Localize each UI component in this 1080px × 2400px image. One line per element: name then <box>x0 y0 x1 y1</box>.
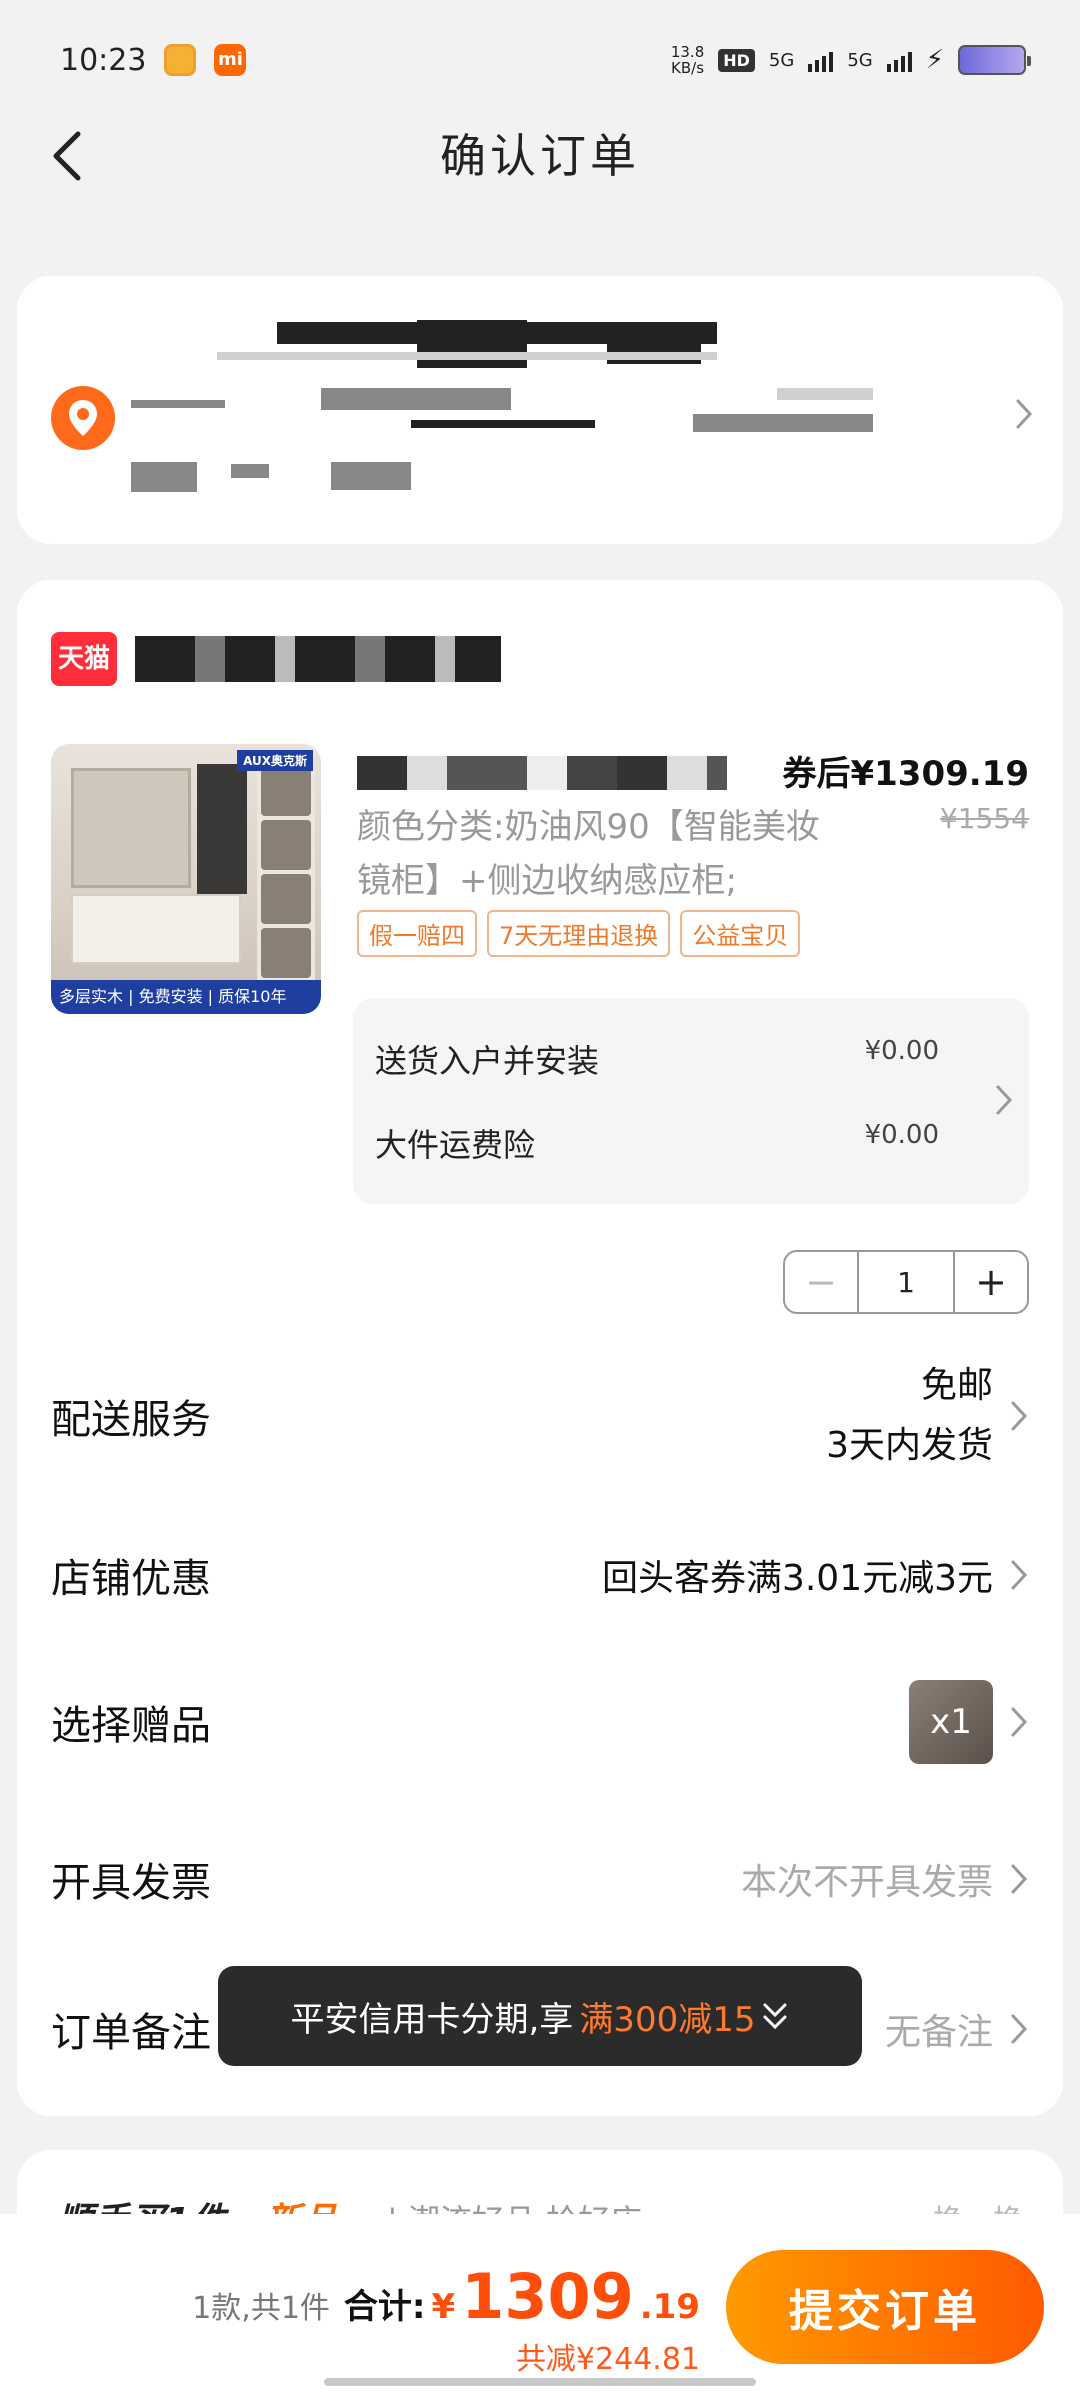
remark-label: 订单备注 <box>51 2010 211 2056</box>
invoice-value-wrap: 本次不开具发票 <box>741 1853 1029 1905</box>
discount-value: 回头客券满3.01元减3元 <box>601 1558 993 1599</box>
gift-label: 选择赠品 <box>51 1703 211 1749</box>
total-integer: 1309 <box>461 2260 634 2333</box>
tag-7day-return: 7天无理由退换 <box>487 910 671 957</box>
product-image-mirror <box>71 768 191 888</box>
battery-icon <box>958 45 1031 75</box>
tmall-logo: 天猫 <box>51 632 117 686</box>
delivery-chevron-icon <box>1011 1401 1028 1431</box>
product-image-brand: AUX奥克斯 <box>237 750 313 771</box>
total-decimal: .19 <box>639 2287 700 2327</box>
toast-text: 平安信用卡分期,享 <box>290 1999 574 2040</box>
item-count: 1款,共1件 <box>192 2291 330 2326</box>
service-amount: ¥0.00 <box>864 1120 939 1150</box>
product-image-banner: 多层实木 | 免费安装 | 质保10年 <box>51 980 321 1014</box>
total-currency: ¥ <box>431 2287 456 2327</box>
tag-charity: 公益宝贝 <box>680 910 801 957</box>
gift-chevron-icon <box>1011 1707 1028 1737</box>
delivery-ship-time: 3天内发货 <box>826 1425 993 1466</box>
quantity-minus-button[interactable]: − <box>785 1252 857 1312</box>
status-time: 10:23 <box>60 42 147 78</box>
product-original-price: ¥1554 <box>939 802 1029 835</box>
service-row: 大件运费险 ¥0.00 <box>375 1120 939 1166</box>
net-speed: 13.8 KB/s <box>671 44 704 76</box>
discount-chevron-icon <box>1011 1560 1028 1590</box>
discount-value-wrap: 回头客券满3.01元减3元 <box>602 1549 1029 1601</box>
status-right: 13.8 KB/s HD 5G 5G ⚡ <box>671 44 1031 76</box>
installment-toast[interactable]: 平安信用卡分期,享 满300减15 <box>218 1966 862 2066</box>
store-discount-row[interactable]: 店铺优惠 回头客券满3.01元减3元 <box>51 1546 1029 1604</box>
page-title: 确认订单 <box>440 129 640 183</box>
status-left: 10:23 mi <box>60 42 247 78</box>
tag-fake-compensation: 假一赔四 <box>357 910 477 957</box>
services-box[interactable]: 送货入户并安装 ¥0.00 大件运费险 ¥0.00 <box>353 998 1029 1204</box>
quantity-stepper: − 1 + <box>783 1250 1029 1314</box>
remark-chevron-icon <box>1011 2014 1028 2044</box>
remark-value: 无备注 <box>884 2012 993 2053</box>
gift-thumbnail[interactable]: x1 <box>909 1680 993 1764</box>
gift-value: x1 <box>909 1680 1029 1764</box>
product-tags: 假一赔四 7天无理由退换 公益宝贝 <box>357 910 801 957</box>
address-card[interactable] <box>17 276 1063 544</box>
invoice-value: 本次不开具发票 <box>740 1862 993 1903</box>
invoice-chevron-icon <box>1011 1864 1028 1894</box>
mi-notification-icon: mi <box>214 44 247 76</box>
total-label: 合计: <box>343 2287 426 2327</box>
service-amount: ¥0.00 <box>864 1036 939 1066</box>
home-indicator[interactable] <box>324 2378 756 2386</box>
net-speed-unit: KB/s <box>671 59 705 77</box>
store-name-redacted[interactable] <box>135 636 501 682</box>
product-title-redacted <box>357 756 727 790</box>
invoice-label: 开具发票 <box>51 1860 211 1906</box>
discount-label: 店铺优惠 <box>51 1556 211 1602</box>
delivery-service-row[interactable]: 配送服务 免邮 3天内发货 <box>51 1356 1029 1476</box>
signal-icon <box>808 48 834 72</box>
address-chevron-icon <box>1009 394 1039 434</box>
toast-promo: 满300减15 <box>579 1999 756 2040</box>
product-image-side-panel <box>257 762 315 982</box>
checkout-bar: 1款,共1件 合计: ¥ 1309 .19 共减¥244.81 提交订单 <box>0 2214 1080 2400</box>
double-chevron-down-icon <box>763 2003 787 2030</box>
signal-5g-label: 5G <box>768 49 795 71</box>
hd-icon: HD <box>718 48 755 72</box>
service-row: 送货入户并安装 ¥0.00 <box>375 1036 939 1082</box>
quantity-plus-button[interactable]: + <box>955 1252 1027 1312</box>
quantity-value[interactable]: 1 <box>857 1252 955 1312</box>
signal-icon-2 <box>886 48 912 72</box>
product-image-cabinet <box>71 894 241 964</box>
app-notification-icon <box>164 44 197 76</box>
product-image-shelf <box>197 764 247 894</box>
invoice-row[interactable]: 开具发票 本次不开具发票 <box>51 1850 1029 1908</box>
services-chevron-icon <box>989 1080 1019 1120</box>
product-spec[interactable]: 颜色分类:奶油风90【智能美妆镜柜】+侧边收纳感应柜; <box>357 800 837 908</box>
order-card: 天猫 AUX奥克斯 多层实木 | 免费安装 | 质保10年 券后¥1309.19… <box>17 580 1063 2116</box>
submit-order-button[interactable]: 提交订单 <box>726 2250 1044 2364</box>
product-image[interactable]: AUX奥克斯 多层实木 | 免费安装 | 质保10年 <box>51 744 321 1014</box>
delivery-label: 配送服务 <box>51 1397 211 1443</box>
remark-value-wrap: 无备注 <box>885 2003 1029 2055</box>
service-label: 大件运费险 <box>375 1126 536 1164</box>
location-pin-icon <box>51 386 115 450</box>
signal-5g-label-2: 5G <box>847 49 873 71</box>
gift-row[interactable]: 选择赠品 x1 <box>51 1680 1029 1764</box>
service-label: 送货入户并安装 <box>375 1042 600 1080</box>
status-bar: 10:23 mi 13.8 KB/s HD 5G 5G ⚡ <box>0 0 1080 120</box>
delivery-value: 免邮 3天内发货 <box>826 1356 1029 1476</box>
total-line: 1款,共1件 合计: ¥ 1309 .19 <box>192 2260 700 2333</box>
delivery-free-shipping: 免邮 <box>920 1365 993 1406</box>
saved-amount[interactable]: 共减¥244.81 <box>516 2334 700 2378</box>
charging-icon: ⚡ <box>925 45 944 75</box>
page-header: 确认订单 <box>0 110 1080 230</box>
product-price: 券后¥1309.19 <box>782 754 1029 794</box>
